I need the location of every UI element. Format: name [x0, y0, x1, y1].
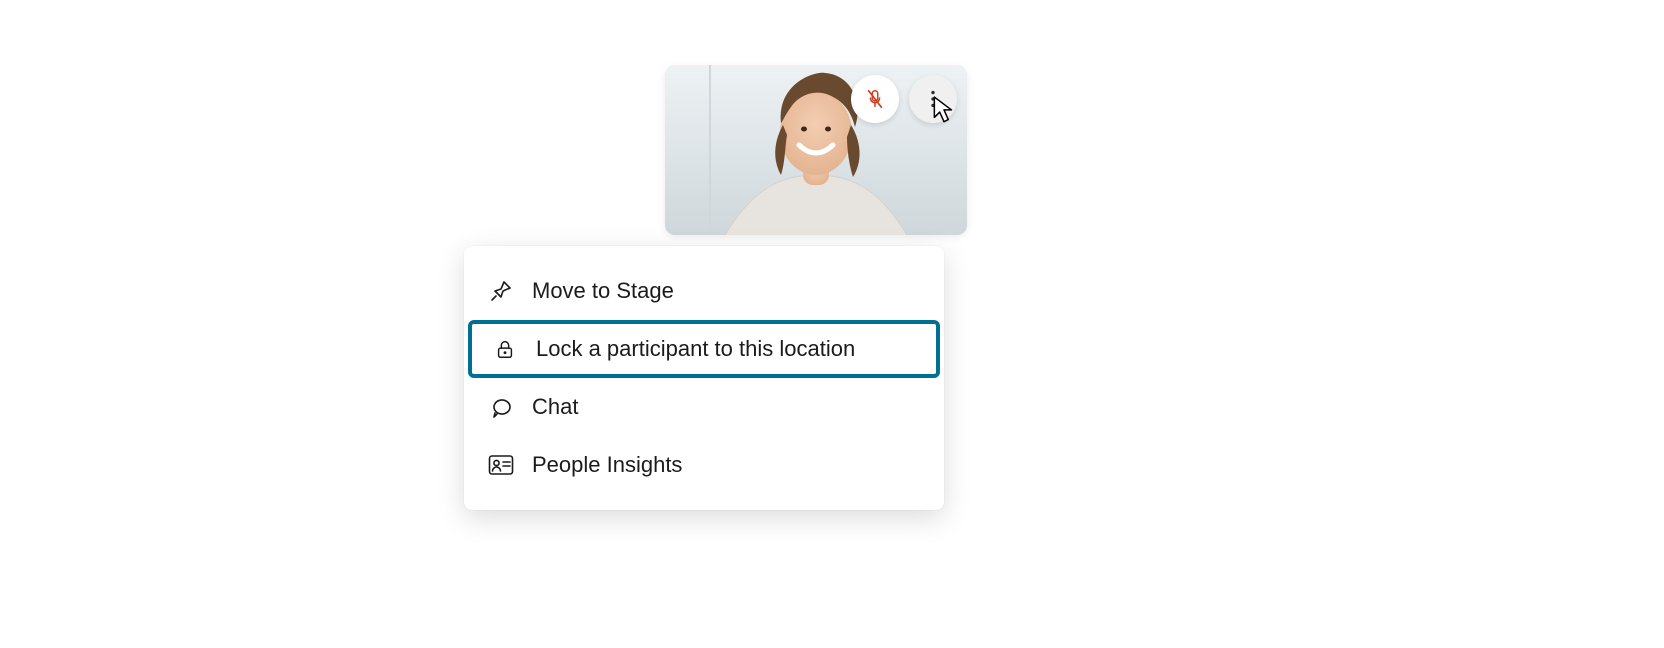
- menu-item-lock-participant[interactable]: Lock a participant to this location: [468, 320, 940, 378]
- menu-item-label: Move to Stage: [532, 278, 674, 304]
- menu-item-chat[interactable]: Chat: [464, 378, 944, 436]
- tile-control-bar: [851, 75, 957, 123]
- participant-context-menu: Move to Stage Lock a participant to this…: [464, 246, 944, 510]
- more-options-button[interactable]: [909, 75, 957, 123]
- menu-item-label: Lock a participant to this location: [536, 336, 855, 362]
- chat-icon: [488, 394, 514, 420]
- menu-item-label: Chat: [532, 394, 578, 420]
- more-options-icon: [922, 88, 944, 110]
- pin-icon: [488, 278, 514, 304]
- lock-icon: [492, 336, 518, 362]
- menu-item-move-to-stage[interactable]: Move to Stage: [464, 262, 944, 320]
- participant-video-tile[interactable]: [665, 65, 967, 235]
- menu-item-label: People Insights: [532, 452, 682, 478]
- menu-item-people-insights[interactable]: People Insights: [464, 436, 944, 494]
- mute-indicator-button[interactable]: [851, 75, 899, 123]
- mic-muted-icon: [864, 88, 886, 110]
- id-card-icon: [488, 452, 514, 478]
